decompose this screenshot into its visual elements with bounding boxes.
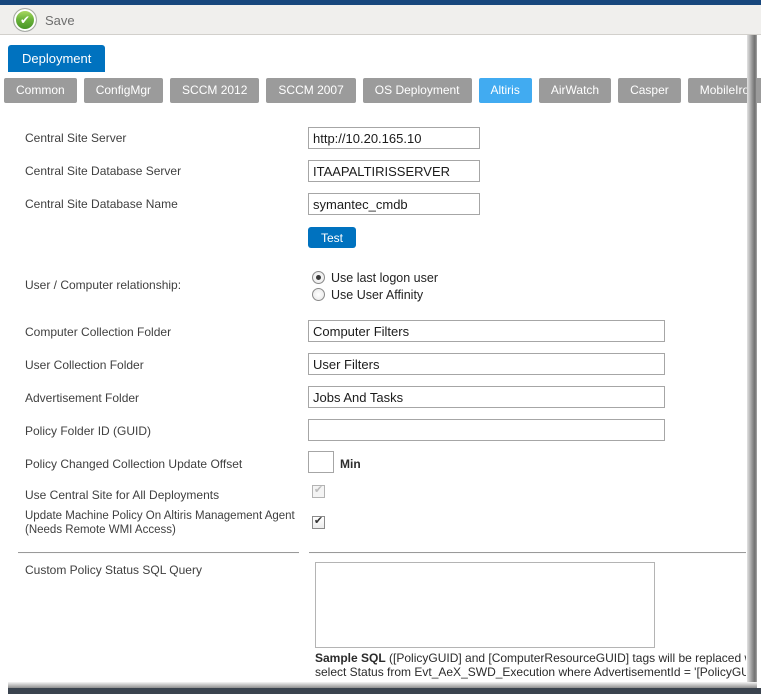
- test-button[interactable]: Test: [308, 227, 356, 248]
- custom-policy-sql-label: Custom Policy Status SQL Query: [25, 563, 202, 577]
- central-site-server-input[interactable]: [308, 127, 480, 149]
- user-collection-folder-input[interactable]: [308, 353, 665, 375]
- policy-folder-id-input[interactable]: [308, 419, 665, 441]
- tab-os-deployment[interactable]: OS Deployment: [363, 78, 472, 103]
- tab-bar: Common ConfigMgr SCCM 2012 SCCM 2007 OS …: [4, 78, 761, 103]
- app-window: ✔ Save Deployment Common ConfigMgr SCCM …: [0, 0, 761, 694]
- computer-collection-folder-label: Computer Collection Folder: [25, 325, 171, 339]
- tab-sccm-2007[interactable]: SCCM 2007: [266, 78, 355, 103]
- use-central-site-checkbox: ✔: [312, 485, 325, 498]
- radio-option-use-user-affinity[interactable]: Use User Affinity: [312, 287, 423, 302]
- section-divider-right: [309, 552, 746, 554]
- central-site-server-label: Central Site Server: [25, 131, 126, 145]
- radio-option-use-last-logon-user[interactable]: Use last logon user: [312, 270, 438, 285]
- policy-folder-id-label: Policy Folder ID (GUID): [25, 424, 151, 438]
- computer-collection-folder-input[interactable]: [308, 320, 665, 342]
- update-machine-policy-label: Update Machine Policy On Altiris Managem…: [25, 509, 309, 537]
- central-site-database-name-label: Central Site Database Name: [25, 197, 178, 211]
- toolbar: ✔ Save: [0, 5, 761, 35]
- window-right-shadow: [747, 35, 757, 682]
- advertisement-folder-input[interactable]: [308, 386, 665, 408]
- tab-altiris[interactable]: Altiris: [479, 78, 532, 103]
- use-central-site-label: Use Central Site for All Deployments: [25, 488, 219, 502]
- user-collection-folder-label: User Collection Folder: [25, 358, 144, 372]
- tab-common[interactable]: Common: [4, 78, 77, 103]
- radio-unselected-icon: [312, 288, 325, 301]
- check-icon: ✔: [314, 516, 323, 527]
- policy-changed-offset-input[interactable]: [308, 451, 334, 473]
- tab-sccm-2012[interactable]: SCCM 2012: [170, 78, 259, 103]
- save-button[interactable]: ✔ Save: [13, 8, 75, 32]
- policy-changed-offset-unit: Min: [340, 457, 361, 471]
- update-machine-policy-checkbox[interactable]: ✔: [312, 516, 325, 529]
- window-bottom-bar: [8, 688, 761, 694]
- sample-sql-line1-rest: ([PolicyGUID] and [ComputerResourceGUID]…: [386, 651, 746, 665]
- section-divider-left: [18, 552, 299, 554]
- check-icon: ✔: [314, 485, 323, 496]
- custom-policy-sql-textarea[interactable]: [315, 562, 655, 648]
- user-computer-relationship-label: User / Computer relationship:: [25, 278, 181, 292]
- radio-option-label: Use last logon user: [331, 271, 438, 285]
- sample-sql-bold: Sample SQL: [315, 651, 386, 665]
- save-check-icon: ✔: [13, 8, 37, 32]
- central-site-database-name-input[interactable]: [308, 193, 480, 215]
- deployment-section-tab[interactable]: Deployment: [8, 45, 105, 72]
- sample-sql-line2: select Status from Evt_AeX_SWD_Execution…: [315, 665, 746, 679]
- policy-changed-offset-label: Policy Changed Collection Update Offset: [25, 457, 242, 471]
- sample-sql-line1: Sample SQL ([PolicyGUID] and [ComputerRe…: [315, 651, 746, 665]
- central-site-database-server-input[interactable]: [308, 160, 480, 182]
- tab-configmgr[interactable]: ConfigMgr: [84, 78, 163, 103]
- tab-casper[interactable]: Casper: [618, 78, 681, 103]
- central-site-database-server-label: Central Site Database Server: [25, 164, 181, 178]
- advertisement-folder-label: Advertisement Folder: [25, 391, 139, 405]
- save-label: Save: [45, 13, 75, 28]
- radio-option-label: Use User Affinity: [331, 288, 423, 302]
- radio-selected-icon: [312, 271, 325, 284]
- tab-airwatch[interactable]: AirWatch: [539, 78, 611, 103]
